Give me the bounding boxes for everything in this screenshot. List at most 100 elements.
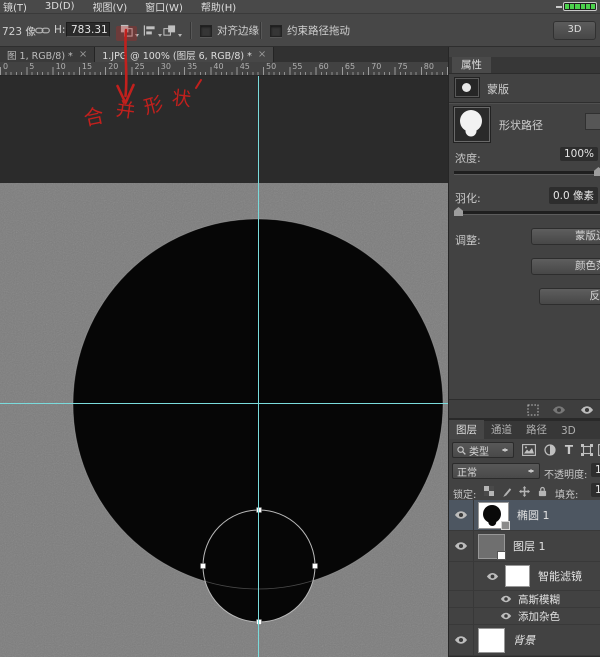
close-tab-icon[interactable]: × [79, 49, 87, 60]
tab-paths[interactable]: 路径 [519, 420, 554, 439]
smart-filters-label[interactable]: 智能滤镜 [538, 568, 582, 584]
path-alignment-button[interactable] [139, 21, 160, 40]
fill-value[interactable]: 100% [591, 483, 600, 497]
menu-item-view[interactable]: 视图(V) [93, 0, 128, 14]
shape-properties-button[interactable] [585, 113, 600, 130]
lock-transparency-icon[interactable] [481, 484, 497, 498]
tab-3d[interactable]: 3D [554, 423, 583, 439]
density-label: 浓度: [455, 150, 481, 166]
options-separator [260, 22, 262, 39]
load-selection-icon[interactable] [527, 404, 539, 416]
photoshop-window: 镜(T) 3D(D) 视图(V) 窗口(W) 帮助(H) 723 像 H: 78… [0, 0, 600, 657]
layer-filter-type-dropdown[interactable]: 类型 [452, 442, 514, 458]
options-separator [190, 22, 192, 39]
layer-row-smart-filters[interactable]: 智能滤镜 [449, 562, 600, 591]
mask-label: 蒙版 [487, 81, 509, 97]
feather-slider[interactable] [454, 211, 600, 215]
document-tab-1[interactable]: 图 1, RGB/8) * × [0, 47, 95, 62]
document-tab-2[interactable]: 1.JPG @ 100% (图层 6, RGB/8) * × [95, 47, 274, 62]
filter-type-layers-icon[interactable]: T [561, 443, 577, 457]
mask-visibility-eye-icon[interactable] [580, 405, 594, 415]
height-input-value: 783.31 [71, 24, 108, 36]
pasteboard [0, 76, 448, 183]
mask-edge-button[interactable]: 蒙版边缘 [531, 228, 600, 245]
layer-row-gaussian-blur[interactable]: 高斯模糊 [449, 591, 600, 608]
filter-pixel-layers-icon[interactable] [521, 443, 537, 457]
anchor-point-right[interactable] [313, 564, 318, 569]
height-input[interactable]: 783.31 [66, 22, 110, 37]
eye-icon[interactable] [486, 572, 499, 581]
filter-name[interactable]: 添加杂色 [518, 609, 560, 624]
battery-indicator [563, 2, 597, 11]
feather-label: 羽化: [455, 190, 481, 206]
blend-mode-dropdown[interactable]: 正常 [452, 463, 540, 479]
canvas-area[interactable] [0, 76, 448, 657]
filter-adjustment-layers-icon[interactable] [542, 443, 558, 457]
vector-mask-badge-icon [501, 521, 510, 530]
layer-row-ellipse-1[interactable]: 椭圆 1 [449, 500, 600, 531]
feather-slider-knob[interactable] [454, 207, 463, 216]
opacity-value[interactable]: 100% [591, 463, 600, 477]
shape-path-label: 形状路径 [499, 117, 543, 133]
layer-name[interactable]: 椭圆 1 [517, 507, 550, 523]
checkbox-box[interactable] [270, 25, 282, 37]
filter-name[interactable]: 高斯模糊 [518, 592, 560, 607]
smart-filter-mask-thumbnail[interactable] [505, 565, 530, 587]
close-tab-icon[interactable]: × [258, 49, 266, 60]
lock-all-icon[interactable] [534, 484, 550, 498]
eye-icon[interactable] [454, 510, 468, 520]
layer-thumbnail[interactable] [478, 534, 505, 559]
layer-row-background[interactable]: 背景 [449, 625, 600, 656]
eye-icon[interactable] [500, 595, 512, 603]
menu-item-filter[interactable]: 镜(T) [3, 0, 27, 14]
layer-name[interactable]: 图层 1 [513, 538, 546, 554]
feather-value[interactable]: 0.0 像素 [549, 187, 598, 204]
document-tab-2-title: 1.JPG @ 100% (图层 6, RGB/8) * [102, 48, 252, 62]
layer-row-add-noise[interactable]: 添加杂色 [449, 608, 600, 625]
layer-row-layer-1[interactable]: 图层 1 [449, 531, 600, 562]
tab-channels[interactable]: 通道 [484, 420, 519, 439]
properties-footer [449, 399, 600, 419]
layer-thumbnail[interactable] [478, 502, 509, 529]
tab-layers[interactable]: 图层 [449, 420, 484, 439]
lock-position-icon[interactable] [516, 484, 532, 498]
align-edges-checkbox[interactable]: 对齐边缘 [200, 23, 259, 38]
layers-list: 椭圆 1 图层 1 智能滤镜 高斯模糊 [449, 500, 600, 657]
eye-icon[interactable] [454, 541, 468, 551]
tab-properties[interactable]: 属性 [452, 57, 491, 73]
path-arrangement-button[interactable] [159, 21, 180, 40]
opacity-label: 不透明度: [544, 466, 587, 481]
menu-item-help[interactable]: 帮助(H) [201, 0, 236, 14]
invert-button[interactable]: 反相 [539, 288, 600, 305]
link-dimensions-icon[interactable] [35, 26, 50, 35]
layer-visibility-cell[interactable] [449, 531, 474, 561]
density-slider-knob[interactable] [594, 167, 600, 176]
path-operations-button[interactable] [116, 21, 137, 40]
density-value[interactable]: 100% [560, 147, 598, 161]
menu-item-3d[interactable]: 3D(D) [45, 1, 75, 12]
disable-mask-eye-icon[interactable] [552, 405, 566, 415]
fill-label: 填充: [555, 486, 578, 501]
menu-item-window[interactable]: 窗口(W) [145, 0, 183, 14]
layer-name[interactable]: 背景 [513, 632, 535, 648]
3d-mode-button[interactable]: 3D [553, 21, 596, 40]
constrain-path-drag-checkbox[interactable]: 约束路径拖动 [270, 23, 350, 38]
density-slider[interactable] [454, 171, 600, 175]
layer-thumbnail[interactable] [478, 628, 505, 653]
layer-visibility-cell[interactable] [449, 625, 474, 655]
color-range-button[interactable]: 颜色范围 [531, 258, 600, 275]
eye-icon[interactable] [454, 635, 468, 645]
eye-icon[interactable] [500, 612, 512, 620]
lock-pixels-icon[interactable] [499, 484, 515, 498]
mask-thumbnail-icon[interactable] [455, 78, 479, 97]
lock-label: 锁定: [453, 486, 476, 501]
layer-visibility-cell[interactable] [449, 500, 474, 530]
shape-path-thumbnail[interactable] [454, 107, 490, 142]
layer-visibility-cell [449, 608, 474, 624]
canvas-svg [0, 76, 448, 657]
right-panel: 属性 蒙版 形状路径 浓度: 100% 羽化: 0.0 像素 调整: 蒙版边缘 … [448, 47, 600, 657]
anchor-point-left[interactable] [201, 564, 206, 569]
filter-shape-layers-icon[interactable] [579, 443, 595, 457]
checkbox-box[interactable] [200, 25, 212, 37]
smart-object-badge-icon [497, 551, 506, 560]
